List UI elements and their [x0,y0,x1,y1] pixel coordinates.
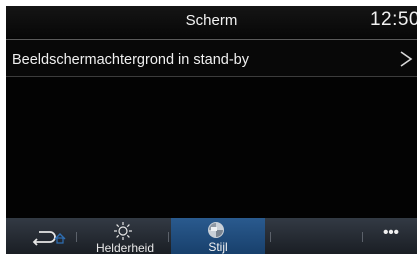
home-icon [54,233,66,244]
screen-frame: Scherm 12:50 Beeldschermachtergrond in s… [0,0,417,254]
back-arrow-icon [32,231,56,246]
style-icon [208,222,224,238]
tab-style[interactable]: Stijl [171,218,265,254]
back-button[interactable] [30,228,70,246]
chevron-right-icon [400,51,413,67]
standby-wallpaper-label: Beeldschermachtergrond in stand-by [12,52,249,68]
content-area [6,77,417,218]
sun-icon [114,222,132,240]
display-settings-panel: Scherm 12:50 Beeldschermachtergrond in s… [6,6,417,254]
more-button[interactable]: ••• [374,225,408,246]
page-title: Scherm [185,12,238,29]
tab-separator [168,232,169,242]
tab-brightness-label: Helderheid [95,241,155,254]
clock: 12:50 [369,9,417,30]
standby-wallpaper-row[interactable]: Beeldschermachtergrond in stand-by [6,40,417,76]
bottom-bar: Helderheid Stijl ••• [6,218,417,254]
tab-brightness[interactable]: Helderheid [86,218,164,254]
tab-separator [362,232,363,242]
header-bar: Scherm 12:50 [6,6,417,38]
tab-separator [270,232,271,242]
tab-separator [76,232,77,242]
tab-style-label: Stijl [208,240,228,254]
